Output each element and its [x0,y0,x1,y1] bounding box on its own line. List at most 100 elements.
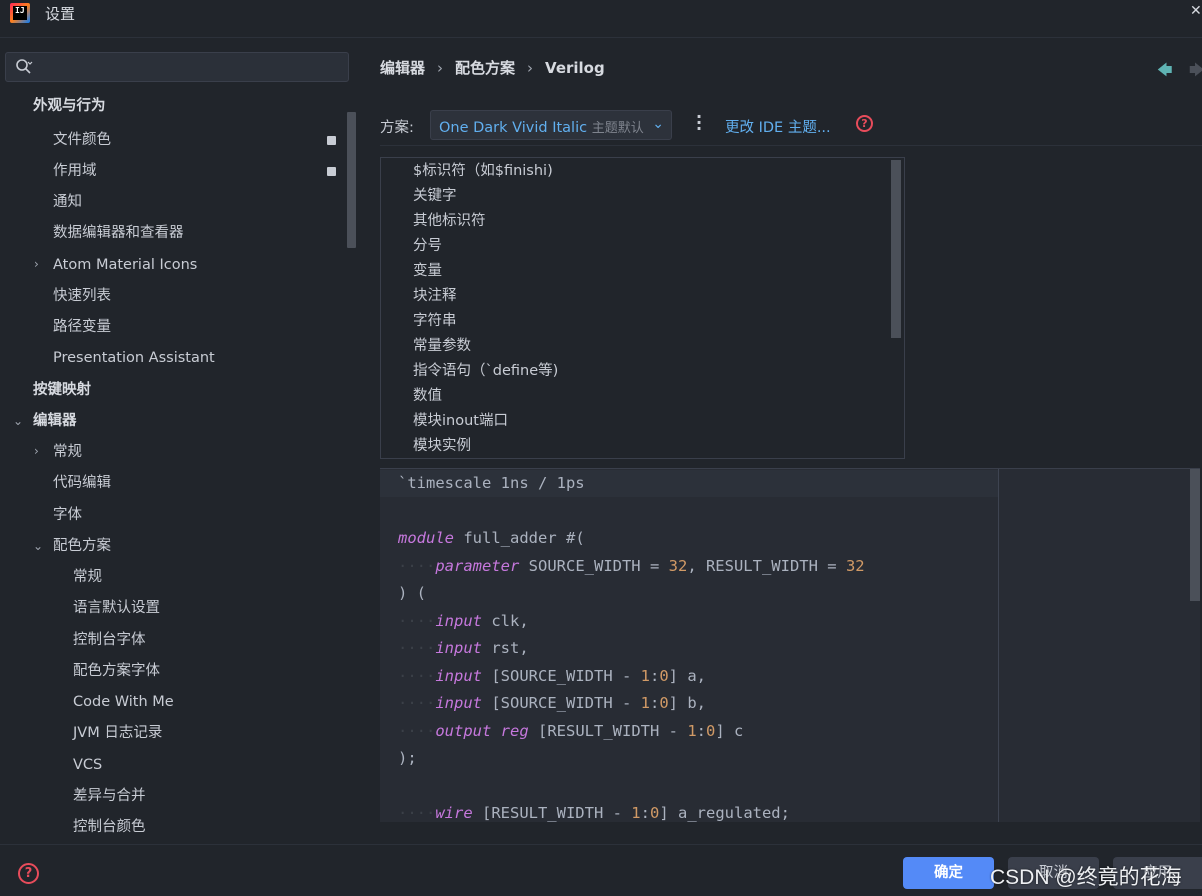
keyword: input [435,667,482,685]
tree-item-keymap[interactable]: 按键映射 [33,378,91,402]
code-line: ····parameter SOURCE_WIDTH = 32, RESULT_… [398,553,865,580]
chevron-right-icon[interactable]: › [34,445,44,457]
tree-item-data-editors[interactable]: 数据编辑器和查看器 [53,221,184,245]
code-text: rst, [482,639,529,657]
scheme-dropdown[interactable]: One Dark Vivid Italic 主题默认 ⌄ [430,110,672,140]
chevron-down-icon[interactable]: ⌄ [13,415,23,427]
tree-item-notifications[interactable]: 通知 [53,190,82,214]
scheme-value-name: One Dark Vivid Italic [439,120,588,136]
change-ide-theme-link[interactable]: 更改 IDE 主题... [725,116,831,137]
list-item[interactable]: 指令语句（`define等) [413,359,558,384]
list-item[interactable]: 字符串 [413,309,457,334]
tree-item-color-scheme-font[interactable]: 配色方案字体 [73,659,160,683]
tree-item-code-editing[interactable]: 代码编辑 [53,471,111,495]
keyword: wire [435,804,473,822]
right-margin-guide [998,469,999,822]
keyword: module [398,529,454,547]
breadcrumb: 编辑器 › 配色方案 › Verilog [380,57,605,79]
tree-item-presentation-assistant[interactable]: Presentation Assistant [53,346,215,370]
code-text: , RESULT_WIDTH = [687,557,846,575]
chevron-down-icon[interactable]: ⌄ [33,540,43,552]
breadcrumb-separator: › [437,59,444,77]
tree-item-language-defaults[interactable]: 语言默认设置 [73,596,160,620]
tree-item-general[interactable]: 常规 [53,440,82,464]
list-item[interactable]: 模块inout端口 [413,409,508,434]
list-item[interactable]: 其他标识符 [413,209,486,234]
whitespace: ···· [398,667,436,685]
settings-sidebar: 外观与行为 文件颜色 作用域 通知 数据编辑器和查看器 › Atom Mater… [0,39,360,844]
search-icon [16,59,33,74]
element-list: $标识符（如$finishi) 关键字 其他标识符 分号 变量 块注释 字符串 … [380,157,905,459]
tree-item-diff-merge[interactable]: 差异与合并 [73,784,146,808]
sidebar-scrollbar[interactable] [347,112,356,248]
tree-item-color-scheme-general[interactable]: 常规 [73,565,102,589]
number: 1 [640,667,650,685]
ok-button[interactable]: 确定 [903,857,994,889]
breadcrumb-editor[interactable]: 编辑器 [380,57,425,78]
list-item[interactable]: 模块实例 [413,434,471,458]
tree-item-quick-lists[interactable]: 快速列表 [53,284,111,308]
keyword: input [435,694,482,712]
tree-item-scopes[interactable]: 作用域 [53,159,97,183]
tree-item-color-scheme[interactable]: 配色方案 [53,534,111,558]
code-text: [RESULT_WIDTH - [472,804,632,822]
help-icon[interactable]: ? [18,863,39,884]
keyword: output [435,722,492,740]
number: 0 [706,722,716,740]
code-line: ····input [SOURCE_WIDTH - 1:0] a, [398,663,706,690]
list-item[interactable]: 变量 [413,259,442,284]
code-preview: `timescale 1ns / 1ps module full_adder #… [380,468,1200,822]
tree-item-atom-material-icons[interactable]: Atom Material Icons [53,253,197,277]
code-scrollbar[interactable] [1190,469,1200,601]
search-input[interactable] [5,52,349,82]
tree-item-font[interactable]: 字体 [53,503,82,527]
tree-item-jvm-logging[interactable]: JVM 日志记录 [73,721,162,745]
code-line: ····wire [RESULT_WIDTH - 1:0] a_regulate… [398,800,790,822]
tree-item-editor[interactable]: 编辑器 [33,409,77,433]
list-item[interactable]: 关键字 [413,184,457,209]
list-scrollbar[interactable] [891,160,901,338]
whitespace: ···· [398,639,436,657]
list-item[interactable]: $标识符（如$finishi) [413,159,553,184]
list-item[interactable]: 块注释 [413,284,457,309]
code-text: : [649,667,660,685]
code-text: [SOURCE_WIDTH - [482,694,641,712]
tree-item-appearance-behavior[interactable]: 外观与行为 [33,94,106,118]
scheme-label: 方案: [380,120,414,136]
list-item[interactable]: 常量参数 [413,334,471,359]
forward-arrow-icon[interactable]: 🡆 [1189,63,1202,78]
code-line: ····input [SOURCE_WIDTH - 1:0] b, [398,690,706,717]
code-text: ] c [715,722,744,740]
whitespace: ···· [398,557,436,575]
tree-item-console-colors[interactable]: 控制台颜色 [73,815,146,839]
tree-item-file-colors[interactable]: 文件颜色 [53,128,111,152]
chevron-right-icon[interactable]: › [34,258,44,270]
tree-item-code-with-me[interactable]: Code With Me [73,690,174,714]
whitespace: ···· [398,804,436,822]
chevron-down-icon: ⌄ [649,116,664,132]
whitespace: ···· [398,722,436,740]
code-text: [RESULT_WIDTH - [528,722,688,740]
number: 1 [631,804,641,822]
code-text: clk, [482,612,529,630]
breadcrumb-separator: › [527,59,534,77]
back-arrow-icon[interactable]: 🡄 [1157,63,1173,78]
help-icon[interactable]: ? [856,115,873,132]
code-text: SOURCE_WIDTH = [519,557,669,575]
list-item[interactable]: 分号 [413,234,442,259]
breadcrumb-color-scheme[interactable]: 配色方案 [455,57,515,78]
tree-item-path-variables[interactable]: 路径变量 [53,315,111,339]
code-text: ] b, [668,694,706,712]
tree-item-console-font[interactable]: 控制台字体 [73,628,146,652]
close-icon[interactable]: ✕ [1190,4,1200,18]
code-text: : [640,804,650,822]
code-line: ····input rst, [398,635,529,662]
list-item[interactable]: 数值 [413,384,442,409]
more-vertical-icon[interactable]: · · · [696,109,702,137]
settings-main-panel: 编辑器 › 配色方案 › Verilog 🡄 🡆 方案: One Dark Vivid … [360,39,1202,844]
keyword: input [435,612,482,630]
tree-item-vcs[interactable]: VCS [73,753,102,777]
breadcrumb-verilog: Verilog [545,59,605,77]
whitespace: ···· [398,612,436,630]
whitespace: ···· [398,694,436,712]
